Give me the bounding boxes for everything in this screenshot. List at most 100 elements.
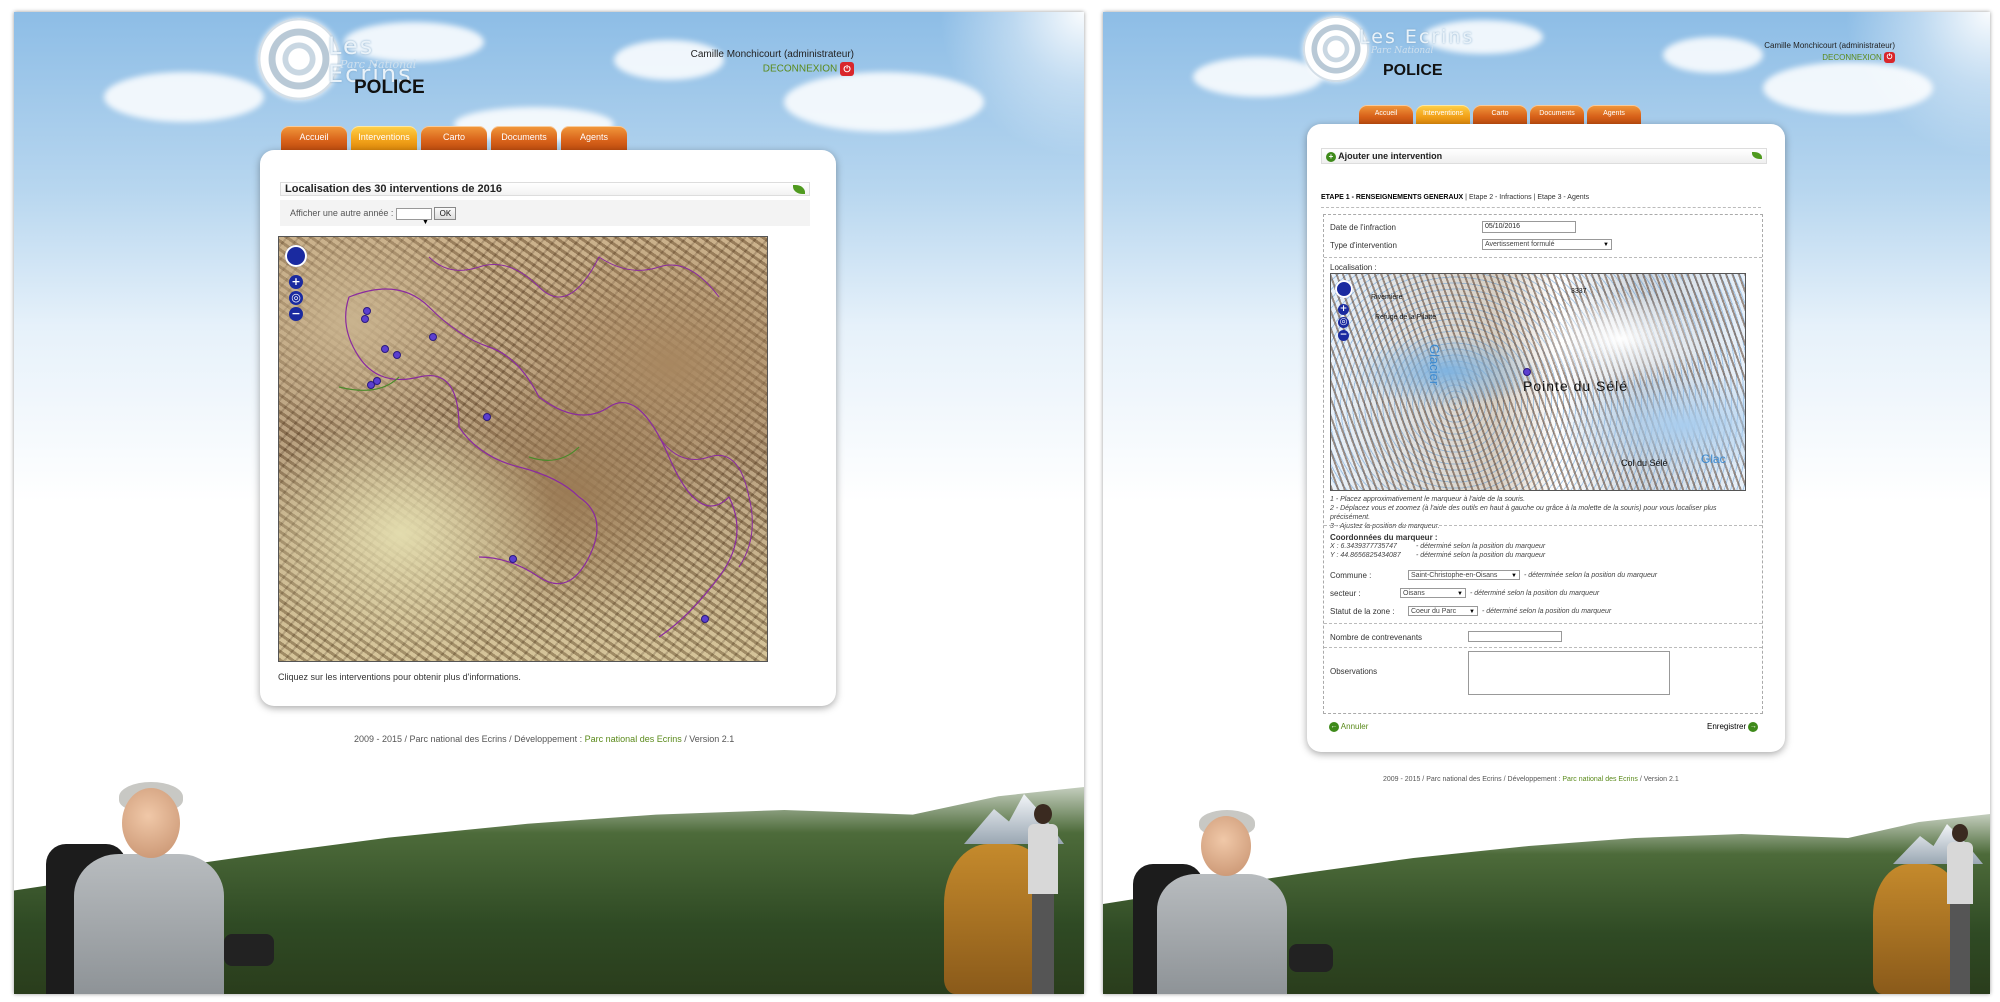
zoom-in-button[interactable]: + — [1338, 304, 1349, 315]
footer-link[interactable]: Parc national des Ecrins — [585, 734, 682, 744]
tab-interventions[interactable]: Interventions — [1416, 105, 1470, 124]
user-name: Camille Monchicourt (administrateur) — [1764, 41, 1895, 50]
hiker-head — [1952, 824, 1968, 842]
observations-label: Observations — [1330, 667, 1378, 676]
intervention-marker[interactable] — [373, 377, 381, 385]
hiker-head — [1034, 804, 1052, 824]
tab-interventions[interactable]: Interventions — [351, 126, 417, 150]
zoom-out-button[interactable]: − — [289, 307, 303, 321]
leaf-icon — [1752, 152, 1762, 159]
zoom-world-icon[interactable]: ◎ — [1338, 317, 1349, 328]
instruction-3: 3 - Ajustez la position du marqueur. — [1330, 523, 1440, 530]
ranger-body — [74, 854, 224, 994]
intervention-marker[interactable] — [381, 345, 389, 353]
logout-link[interactable]: DECONNEXION — [1822, 53, 1882, 62]
zone-label: Statut de la zone : — [1330, 607, 1395, 616]
map-label-alt: Rivemière — [1371, 294, 1403, 301]
power-icon[interactable]: ⏻ — [1884, 52, 1895, 64]
power-icon[interactable]: ⏻ — [840, 62, 854, 76]
save-button[interactable]: Enregistrer → — [1707, 722, 1759, 732]
logo: Les Ecrins Parc National POLICE — [1303, 16, 1483, 96]
footer-version: / Version 2.1 — [684, 734, 735, 744]
form-title-text: Ajouter une intervention — [1338, 151, 1443, 161]
secteur-label: secteur : — [1330, 589, 1361, 598]
location-map[interactable]: Refuge de la Pilatte Rivemière 3337 Glac… — [1330, 273, 1746, 491]
zoom-world-icon[interactable]: ◎ — [289, 291, 303, 305]
main-nav: Accueil Interventions Carto Documents Ag… — [281, 126, 627, 150]
park-boundaries — [338, 256, 753, 638]
save-label: Enregistrer — [1707, 722, 1747, 732]
zoom-in-button[interactable]: + — [289, 275, 303, 289]
intervention-marker[interactable] — [509, 555, 517, 563]
cancel-button[interactable]: ← Annuler — [1329, 722, 1368, 732]
location-label: Localisation : — [1330, 263, 1377, 272]
sun-glare — [904, 12, 1084, 172]
footer-link[interactable]: Parc national des Ecrins — [1562, 776, 1637, 783]
zone-select[interactable]: Coeur du Parc ▼ — [1408, 606, 1478, 616]
ranger-photo — [34, 774, 284, 994]
year-select[interactable]: ▼ — [395, 207, 432, 226]
secteur-select[interactable]: Oisans ▼ — [1400, 588, 1466, 598]
contrevenants-field[interactable] — [1468, 631, 1562, 642]
leaf-icon — [793, 185, 805, 194]
pan-control-icon[interactable] — [285, 245, 307, 267]
page-title: Localisation des 30 interventions de 201… — [280, 182, 810, 196]
year-filter: Afficher une autre année : ▼ OK — [280, 200, 810, 226]
intervention-marker[interactable] — [393, 351, 401, 359]
logo-subtitle: Parc National — [1371, 46, 1434, 56]
form-title: + Ajouter une intervention — [1321, 148, 1767, 164]
logout-link[interactable]: DECONNEXION — [763, 64, 837, 75]
intervention-marker[interactable] — [429, 333, 437, 341]
date-label: Date de l'infraction — [1330, 223, 1397, 232]
ok-button[interactable]: OK — [434, 207, 457, 221]
tab-accueil[interactable]: Accueil — [281, 126, 347, 150]
map-label-glacier: Glacier — [1427, 344, 1442, 386]
instruction-1: 1 - Placez approximativement le marqueur… — [1330, 496, 1526, 503]
logo-brand: Les Ecrins — [1359, 26, 1475, 48]
cancel-label: Annuler — [1340, 722, 1369, 732]
hiker-torso — [1028, 824, 1058, 894]
back-arrow-icon: ← — [1329, 722, 1339, 732]
zoom-out-button[interactable]: − — [1338, 330, 1349, 341]
zone-select-value: Coeur du Parc — [1411, 608, 1457, 615]
hiker-legs — [1950, 904, 1970, 994]
contrevenants-label: Nombre de contrevenants — [1330, 633, 1423, 642]
tab-agents[interactable]: Agents — [561, 126, 627, 150]
type-select-value: Avertissement formulé — [1485, 241, 1555, 248]
step-2[interactable]: Etape 2 - Infractions — [1469, 194, 1532, 201]
coord-y: Y : 44.8656825434087 — [1330, 552, 1401, 559]
coord-x-note: - déterminé selon la position du marqueu… — [1416, 543, 1546, 550]
footer-version: / Version 2.1 — [1639, 776, 1679, 783]
zone-note: - déterminé selon la position du marqueu… — [1482, 608, 1612, 615]
app-title: POLICE — [1383, 62, 1443, 79]
intervention-marker[interactable] — [701, 615, 709, 623]
step-3[interactable]: Etape 3 - Agents — [1537, 194, 1589, 201]
binoculars — [1289, 944, 1333, 972]
relief-map[interactable]: + ◎ − — [278, 236, 768, 662]
intervention-marker[interactable] — [363, 307, 371, 315]
intervention-marker[interactable] — [483, 413, 491, 421]
tab-carto[interactable]: Carto — [421, 126, 487, 150]
commune-select[interactable]: Saint-Christophe-en-Oisans ▼ — [1408, 570, 1520, 580]
content-card: + Ajouter une intervention ETAPE 1 - REN… — [1307, 124, 1785, 752]
intervention-form: Date de l'infraction 05/10/2016 Type d'i… — [1323, 214, 1763, 714]
tab-agents[interactable]: Agents — [1587, 105, 1641, 124]
location-marker[interactable] — [1523, 368, 1531, 376]
date-field[interactable]: 05/10/2016 — [1482, 221, 1576, 233]
pan-control-icon[interactable] — [1335, 280, 1353, 298]
ranger-face — [1201, 816, 1251, 876]
sun-glare — [1810, 12, 1990, 172]
step-breadcrumb: ETAPE 1 - RENSEIGNEMENTS GENERAUX | Etap… — [1321, 194, 1761, 208]
coords-label: Coordonnées du marqueur : — [1330, 533, 1438, 542]
user-info: Camille Monchicourt (administrateur) DEC… — [614, 48, 854, 77]
tab-documents[interactable]: Documents — [491, 126, 557, 150]
tab-accueil[interactable]: Accueil — [1359, 105, 1413, 124]
commune-note: - déterminée selon la position du marque… — [1524, 572, 1658, 579]
main-nav: Accueil Interventions Carto Documents Ag… — [1359, 105, 1641, 124]
observations-textarea[interactable] — [1468, 651, 1670, 695]
intervention-marker[interactable] — [361, 315, 369, 323]
type-select[interactable]: Avertissement formulé ▼ — [1482, 239, 1612, 250]
step-1: ETAPE 1 - RENSEIGNEMENTS GENERAUX — [1321, 194, 1464, 201]
tab-documents[interactable]: Documents — [1530, 105, 1584, 124]
tab-carto[interactable]: Carto — [1473, 105, 1527, 124]
